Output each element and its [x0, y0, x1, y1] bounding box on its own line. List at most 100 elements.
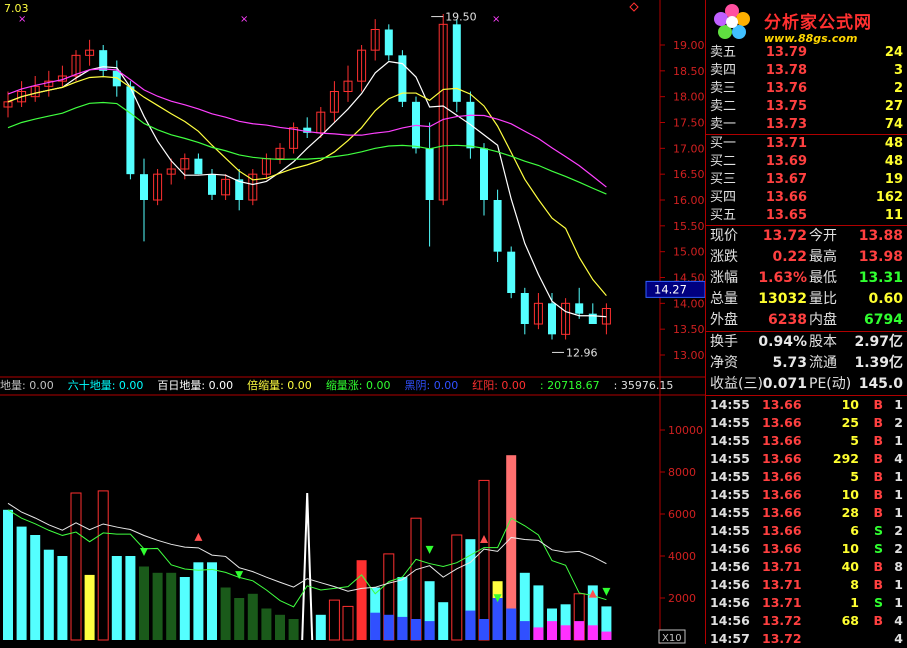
asks-volume: 2 [893, 81, 903, 96]
tick-price: 13.72 [762, 613, 802, 628]
tick-side: S [873, 523, 883, 538]
bids-label: 买二 [710, 154, 737, 169]
bids-volume: 19 [884, 172, 903, 187]
stat-label: 今开 [809, 228, 837, 244]
diamond-icon [629, 2, 639, 12]
fundamental-value: 0.94% [758, 334, 807, 350]
tick-volume: 8 [850, 577, 859, 592]
indicator-item: 六十地量: 0.00 [67, 379, 144, 392]
bids-label: 买四 [710, 190, 737, 205]
bids-row: 买二 13.69 48 [706, 153, 907, 171]
volume-axis-label: 4000 [668, 550, 696, 563]
low-marker-label: 12.96 [566, 346, 598, 359]
volume-overlay-bar [411, 619, 421, 640]
fundamental-value: 2.97亿 [854, 334, 903, 350]
price-axis-label: 16.50 [673, 168, 705, 181]
tick-side: S [873, 595, 883, 610]
price-axis-label: 18.00 [673, 91, 705, 104]
stat-value: 6794 [864, 312, 903, 328]
bids-price: 13.67 [765, 172, 807, 187]
tick-count: 2 [894, 523, 903, 538]
indicator-legend: 地量: 0.00 六十地量: 0.00 百日地量: 0.00 倍缩量: 0.00 缩量涨… [0, 378, 673, 394]
candle-down [480, 148, 488, 200]
tick-time: 14:56 [710, 541, 750, 556]
tick-time: 14:56 [710, 559, 750, 574]
price-axis-label: 16.00 [673, 194, 705, 207]
price-axis-label: 13.50 [673, 323, 705, 336]
signal-arrow-icon [140, 548, 148, 556]
bids-label: 买五 [710, 208, 737, 223]
tick-side: B [873, 577, 883, 592]
stat-value: 13032 [758, 291, 807, 307]
volume-bar [43, 549, 54, 640]
indicator-item: 红阳: 0.00 [472, 379, 526, 392]
bids-volume: 11 [884, 208, 903, 223]
volume-overlay-bar [519, 621, 530, 640]
tick-time: 14:56 [710, 577, 750, 592]
tick-side: B [873, 505, 883, 520]
tick-count: 1 [894, 505, 903, 520]
high-marker-label: 19.50 [445, 11, 477, 24]
tick-volume: 5 [850, 433, 859, 448]
candle-down [140, 174, 148, 200]
tick-time: 14:56 [710, 613, 750, 628]
asks-volume: 24 [884, 45, 903, 60]
cross-marker: × [18, 14, 26, 25]
stat-row: 现价 13.72 今开 13.88 [706, 226, 907, 247]
volume-bar [315, 614, 326, 640]
asks-label: 卖四 [710, 63, 737, 78]
tick-row: 14:55 13.66 5 B 1 [706, 432, 907, 450]
ask-book: 卖五 13.79 24 卖四 13.78 3 卖三 13.76 2 卖二 13.75 27 卖一 13.7… [706, 44, 907, 134]
bids-price: 13.66 [765, 190, 807, 205]
tick-volume: 292 [832, 451, 859, 466]
indicator-item: 百日地量: 0.00 [157, 379, 234, 392]
volume-bar-up [97, 490, 109, 641]
tick-time: 14:56 [710, 595, 750, 610]
tick-row: 14:55 13.66 5 B 1 [706, 468, 907, 486]
stat-row: 涨幅 1.63% 最低 13.31 [706, 268, 907, 289]
volume-spike [301, 492, 314, 641]
indicator-item: : 20718.67 [539, 379, 600, 392]
volume-bar [179, 577, 190, 640]
asks-row: 卖三 13.76 2 [706, 80, 907, 98]
tick-time: 14:55 [710, 397, 750, 412]
volume-overlay-bar [492, 598, 503, 640]
stat-value: 13.31 [858, 270, 903, 286]
candle-down [194, 158, 203, 175]
stat-label: 涨幅 [710, 270, 738, 286]
candle-down [493, 200, 502, 252]
candle-down [112, 70, 121, 87]
fundamental-label: 净资 [710, 355, 738, 371]
fundamentals: 换手 0.94% 股本 2.97亿 净资 5.73 流通 1.39亿 收益(三) 0.071 PE(… [706, 332, 907, 395]
volume-bar [139, 566, 149, 640]
fundamental-value: 1.39亿 [854, 355, 903, 371]
tick-volume: 10 [841, 541, 859, 556]
candle-down [208, 174, 216, 195]
tick-time: 14:55 [710, 469, 750, 484]
price-axis-label: 19.00 [673, 39, 705, 52]
volume-overlay-bar [370, 612, 381, 640]
tick-count: 4 [894, 631, 903, 646]
tick-price: 13.66 [762, 433, 802, 448]
tick-row: 14:55 13.66 25 B 2 [706, 414, 907, 432]
volume-bar [288, 619, 299, 640]
tick-list[interactable]: 14:55 13.66 10 B 1 14:55 13.66 25 B 2 14:55 13.66 5 B… [706, 396, 907, 648]
cross-marker: × [492, 14, 500, 25]
indicator-item: 倍缩量: 0.00 [247, 379, 312, 392]
tick-side: B [873, 559, 883, 574]
tick-volume: 5 [850, 469, 859, 484]
stat-value: 13.98 [858, 249, 903, 265]
tick-count: 8 [894, 559, 903, 574]
chart-area[interactable]: 19.00 18.50 18.00 17.50 17.00 16.50 16.00 15.50… [0, 0, 705, 644]
stat-value: 0.22 [772, 249, 807, 265]
tick-price: 13.66 [762, 523, 802, 538]
signal-arrow-icon [194, 532, 203, 541]
tick-row: 14:56 13.71 40 B 8 [706, 558, 907, 576]
volume-bar [356, 560, 367, 640]
asks-volume: 3 [893, 63, 903, 78]
stat-label: 内盘 [809, 312, 837, 328]
bids-label: 买三 [710, 172, 737, 187]
tick-volume: 1 [850, 595, 859, 610]
tick-time: 14:55 [710, 415, 750, 430]
chart-canvas[interactable]: 19.00 18.50 18.00 17.50 17.00 16.50 16.00 15.50… [0, 0, 705, 644]
